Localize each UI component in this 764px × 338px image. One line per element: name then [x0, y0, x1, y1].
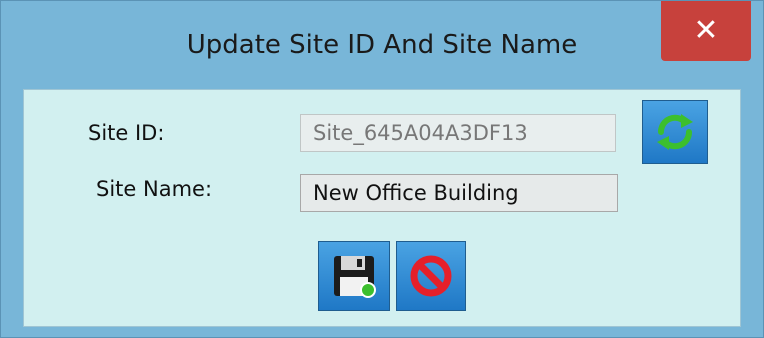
save-button[interactable] [318, 241, 390, 311]
refresh-button[interactable] [642, 100, 708, 164]
title-bar[interactable]: Update Site ID And Site Name ✕ [1, 1, 763, 91]
site-id-label: Site ID: [88, 121, 165, 145]
site-name-field[interactable] [300, 174, 618, 212]
window-title: Update Site ID And Site Name [186, 30, 578, 60]
prohibited-icon [410, 255, 452, 297]
site-name-label: Site Name: [96, 177, 213, 201]
site-id-field[interactable] [300, 114, 616, 152]
refresh-icon [657, 114, 693, 150]
cancel-button[interactable] [396, 241, 466, 311]
dialog-content: Site ID: Site Name: [23, 89, 741, 327]
close-icon: ✕ [693, 13, 719, 48]
dialog-window: Update Site ID And Site Name ✕ Site ID: … [0, 0, 764, 338]
close-button[interactable]: ✕ [661, 1, 751, 61]
floppy-disk-icon [334, 256, 376, 298]
